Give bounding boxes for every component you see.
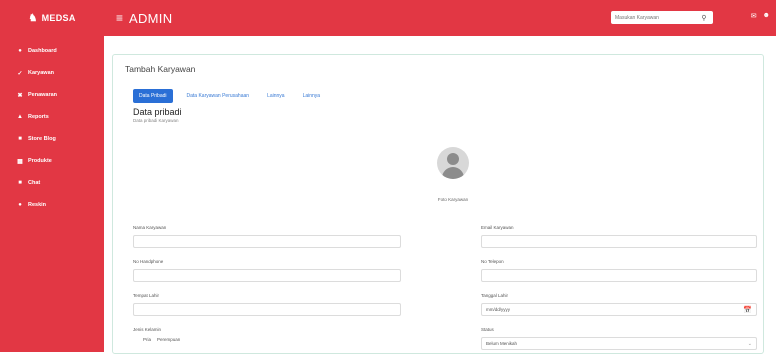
status-value: Belum Menikah [486, 341, 518, 346]
avatar-body [442, 167, 464, 179]
sidebar-item-label: Chat [28, 180, 41, 186]
jk-label: Jenis Kelamin [133, 327, 162, 332]
sidebar-item-label: Produkte [28, 158, 52, 164]
radio-perempuan[interactable]: Perempuan [157, 337, 180, 342]
calendar-icon[interactable]: 📅 [743, 306, 752, 314]
search-icon[interactable]: ⚲ [695, 11, 713, 24]
tanggal-input[interactable]: mm/dd/yyyy 📅 [481, 303, 757, 316]
sidebar-item-reskin[interactable]: ● Reskin [0, 194, 104, 216]
dashboard-icon: ● [18, 48, 22, 54]
sidebar-item-dashboard[interactable]: ● Dashboard [0, 40, 104, 62]
avatar[interactable] [437, 147, 469, 179]
tanggal-label: Tanggal Lahir [481, 293, 509, 298]
main-content: Tambah Karyawan Data Pribadi Data Karyaw… [104, 36, 776, 354]
avatar-head [447, 153, 459, 165]
nama-label: Nama Karyawan [133, 225, 167, 230]
chat-icon: ■ [18, 180, 22, 186]
palette-icon: ● [18, 202, 22, 208]
search-input[interactable] [611, 11, 695, 24]
sidebar-item-label: Store Blog [28, 136, 56, 142]
sidebar-item-penawaran[interactable]: ✖ Penawaran [0, 84, 104, 106]
sidebar-item-label: Reports [28, 114, 49, 120]
tag-icon: ✖ [17, 92, 23, 99]
email-input[interactable] [481, 235, 757, 248]
users-icon: ✓ [17, 70, 23, 77]
sidebar-item-produkte[interactable]: ▦ Produkte [0, 150, 104, 172]
tab-bar: Data Pribadi Data Karyawan Perusahaan La… [133, 89, 324, 103]
hp-input[interactable] [133, 269, 401, 282]
radio-pria[interactable]: Pria [143, 337, 151, 342]
telp-label: No Telepon [481, 259, 504, 264]
mail-icon[interactable]: ✉ [751, 12, 757, 20]
topbar-icons: ✉ ☻ [751, 12, 770, 20]
tempat-input[interactable] [133, 303, 401, 316]
brand-name: MEDSA [41, 13, 76, 23]
tab-lainnya-2[interactable]: Lainnya [299, 90, 325, 102]
report-icon: ▲ [17, 114, 23, 120]
status-label: Status [481, 327, 494, 332]
page-title: ADMIN [129, 10, 173, 26]
status-select[interactable]: Belum Menikah ⌄ [481, 337, 757, 350]
nama-input[interactable] [133, 235, 401, 248]
sidebar-item-chat[interactable]: ■ Chat [0, 172, 104, 194]
sidebar-menu: ● Dashboard ✓ Karyawan ✖ Penawaran ▲ Reports… [0, 40, 104, 216]
sidebar-item-karyawan[interactable]: ✓ Karyawan [0, 62, 104, 84]
tab-data-karyawan-perusahaan[interactable]: Data Karyawan Perusahaan [183, 90, 254, 102]
user-icon[interactable]: ☻ [763, 12, 770, 20]
user-group-icon: ♞ [28, 12, 38, 24]
sidebar-item-label: Reskin [28, 202, 47, 208]
tab-data-pribadi[interactable]: Data Pribadi [133, 89, 173, 103]
box-icon: ▦ [17, 158, 23, 165]
email-label: Email Karyawan [481, 225, 514, 230]
sidebar-item-reports[interactable]: ▲ Reports [0, 106, 104, 128]
form-card: Tambah Karyawan Data Pribadi Data Karyaw… [112, 54, 764, 354]
telp-input[interactable] [481, 269, 757, 282]
section-subtitle: Data pribadi Karyawan [133, 118, 179, 123]
sidebar-item-label: Dashboard [28, 48, 57, 54]
brand[interactable]: ♞ MEDSA [0, 0, 104, 36]
sidebar-item-label: Penawaran [28, 92, 58, 98]
jk-options: Pria Perempuan [143, 337, 180, 342]
hp-label: No Handphone [133, 259, 164, 264]
search-box: ⚲ [611, 11, 713, 24]
photo-label: Foto Karyawan [437, 197, 469, 202]
card-title: Tambah Karyawan [125, 64, 196, 74]
sidebar-item-label: Karyawan [28, 70, 54, 76]
chevron-down-icon: ⌄ [747, 341, 752, 347]
tempat-label: Tempat Lahir [133, 293, 160, 298]
topbar: ≡ ADMIN ⚲ ✉ ☻ [104, 0, 776, 36]
menu-toggle-icon[interactable]: ≡ [116, 11, 123, 25]
sidebar: ♞ MEDSA ● Dashboard ✓ Karyawan ✖ Penawaran … [0, 0, 104, 352]
store-icon: ■ [18, 136, 22, 142]
sidebar-item-store-blog[interactable]: ■ Store Blog [0, 128, 104, 150]
tanggal-value: mm/dd/yyyy [486, 307, 511, 312]
tab-lainnya-1[interactable]: Lainnya [263, 90, 289, 102]
section-title: Data pribadi [133, 107, 182, 117]
